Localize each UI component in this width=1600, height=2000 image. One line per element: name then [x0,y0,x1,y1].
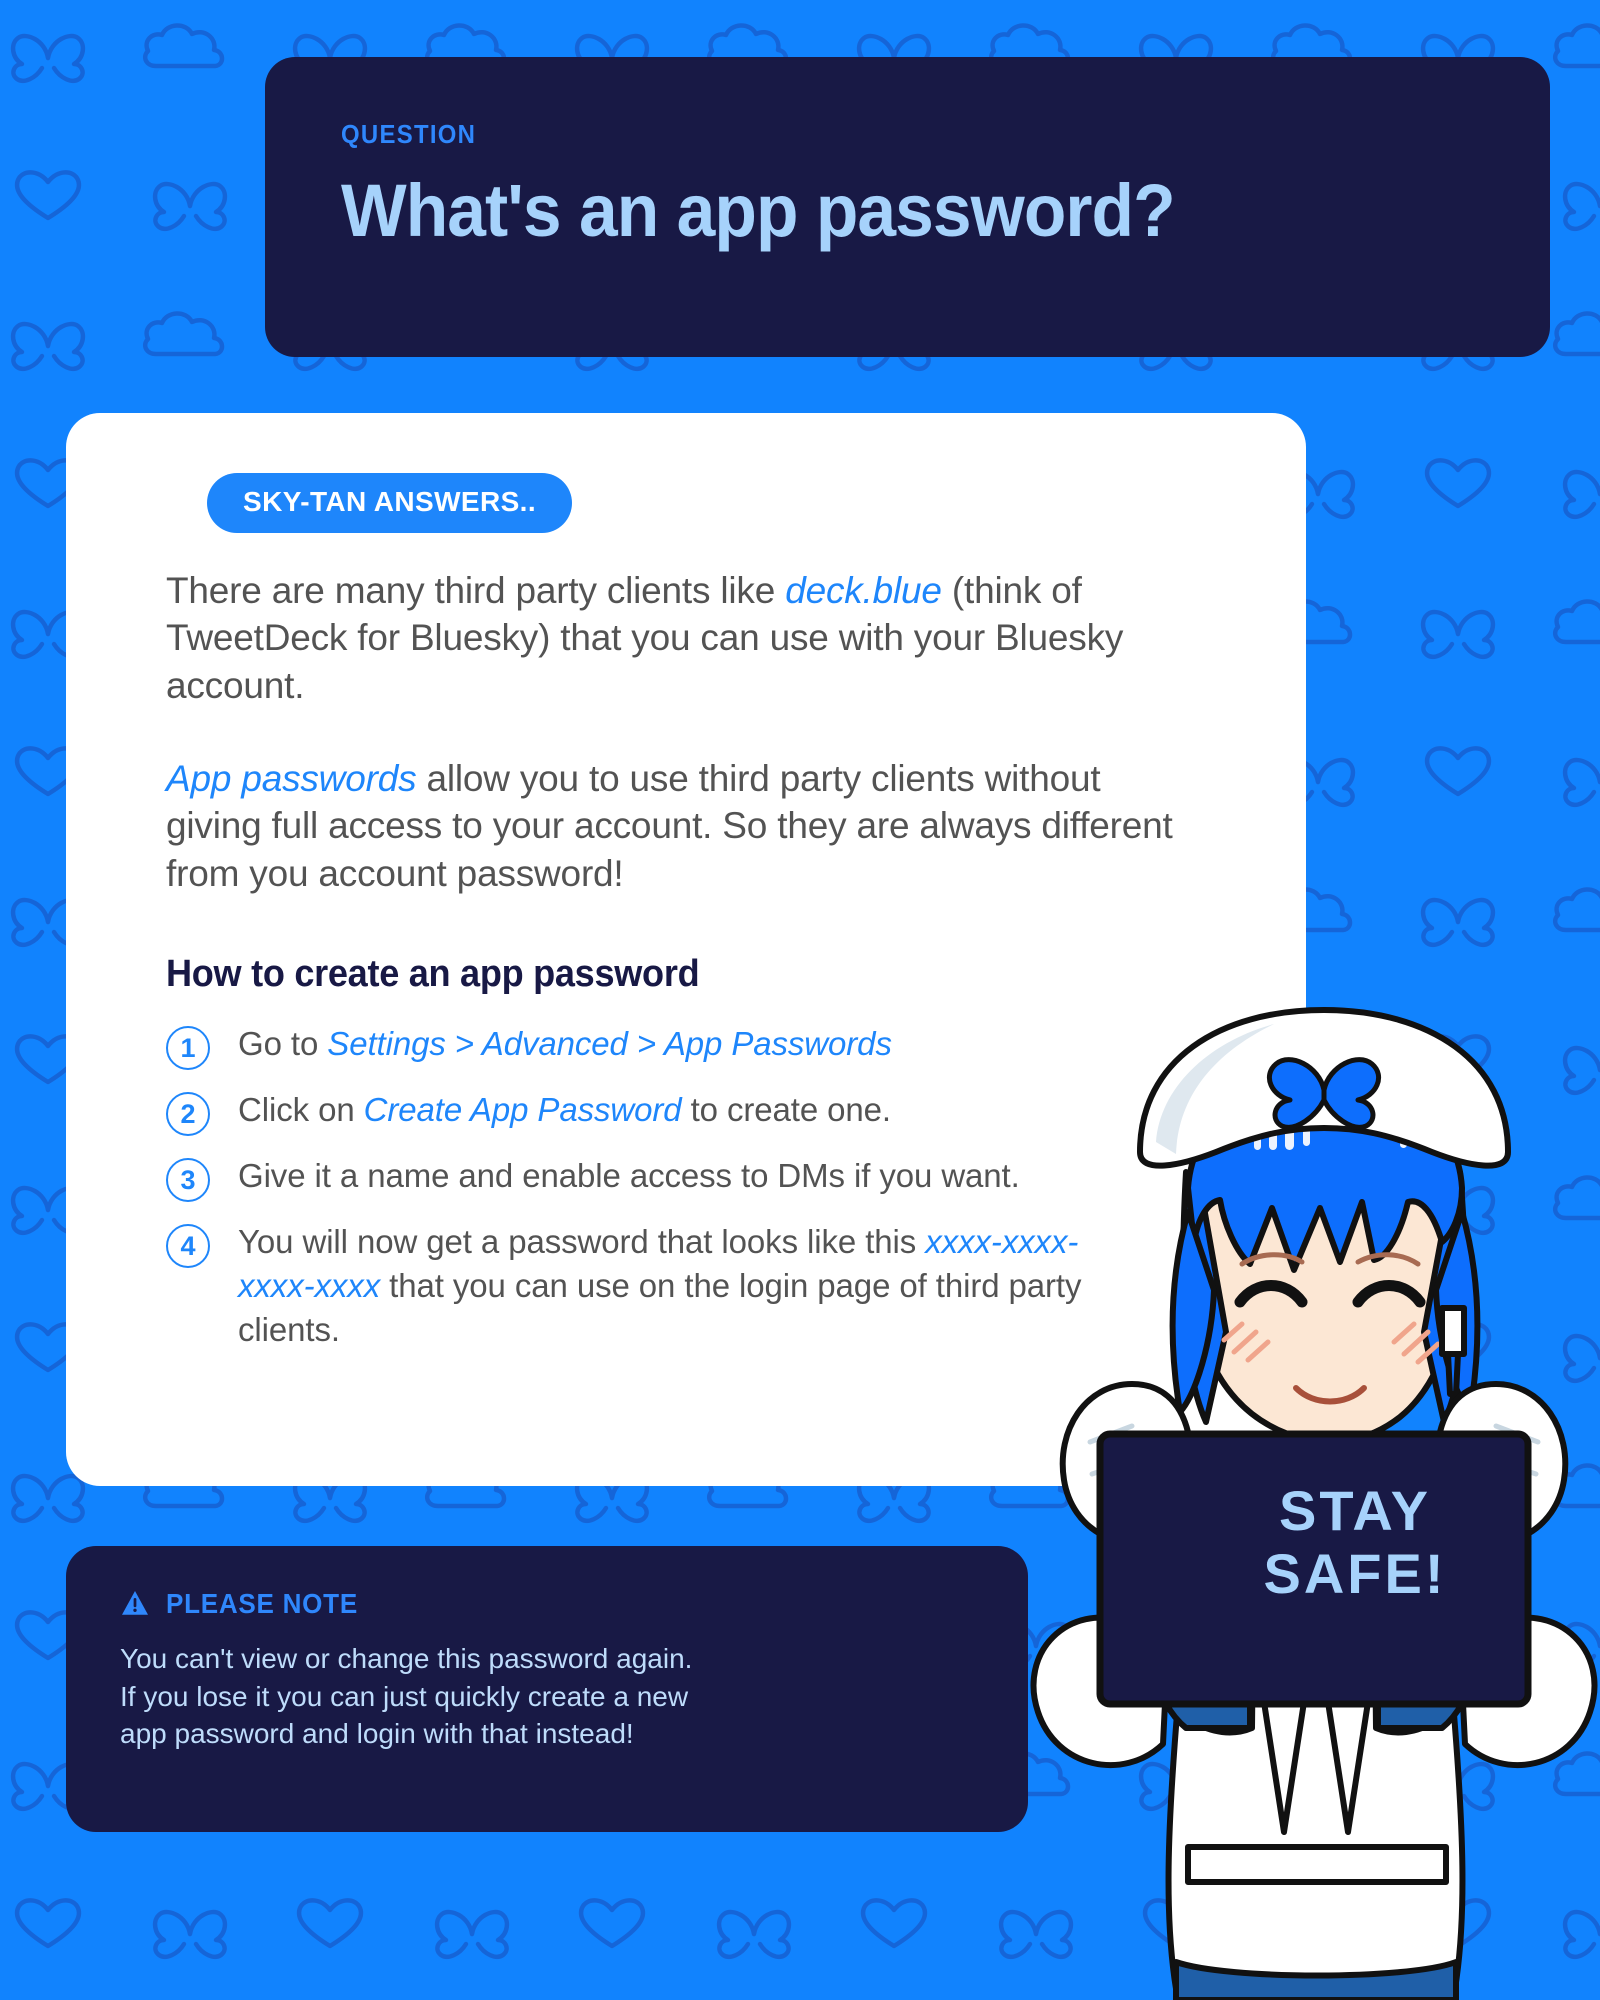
step-text: Click on Create App Password to create o… [238,1088,891,1132]
step-highlight: Create App Password [363,1091,682,1129]
sky-tan-mascot [1030,1007,1598,2000]
warning-triangle-icon [122,1591,148,1615]
step-number-badge: 1 [166,1026,210,1071]
steps-heading: How to create an app password [166,953,700,996]
step-text: Go to Settings > Advanced > App Password… [238,1022,892,1066]
step-highlight: Settings > Advanced > App Passwords [327,1025,892,1063]
paragraph-1-part-1: There are many third party clients like [166,570,786,611]
step-prefix: Go to [238,1025,328,1063]
step-prefix: You will now get a password that looks l… [238,1223,926,1261]
note-body-text: You can't view or change this password a… [120,1643,693,1750]
step-text: Give it a name and enable access to DMs … [238,1154,1020,1198]
question-kicker-label: QUESTION [341,119,477,149]
deck-blue-link[interactable]: deck.blue [785,570,942,611]
step-prefix: Click on [238,1091,364,1129]
step-suffix: to create one. [681,1091,892,1129]
step-number-badge: 3 [166,1158,210,1203]
please-note-box: PLEASE NOTE You can't view or change thi… [66,1546,1028,1832]
question-header-box: QUESTION What's an app password? [265,57,1550,357]
step-number-badge: 2 [166,1092,210,1137]
note-header: PLEASE NOTE [120,1588,974,1620]
step-prefix: Give it a name and enable access to DMs … [238,1157,1020,1195]
step-number-badge: 4 [166,1224,210,1269]
note-title: PLEASE NOTE [166,1588,358,1619]
step-text: You will now get a password that looks l… [238,1220,1118,1352]
app-passwords-emphasis: App passwords [166,758,417,800]
answer-paragraph-1: There are many third party clients like … [166,567,1176,709]
page-title: What's an app password? [341,169,1176,252]
answer-paragraph-2: App passwords allow you to use third par… [166,755,1176,897]
sky-tan-answers-badge: SKY-TAN ANSWERS.. [207,473,573,533]
